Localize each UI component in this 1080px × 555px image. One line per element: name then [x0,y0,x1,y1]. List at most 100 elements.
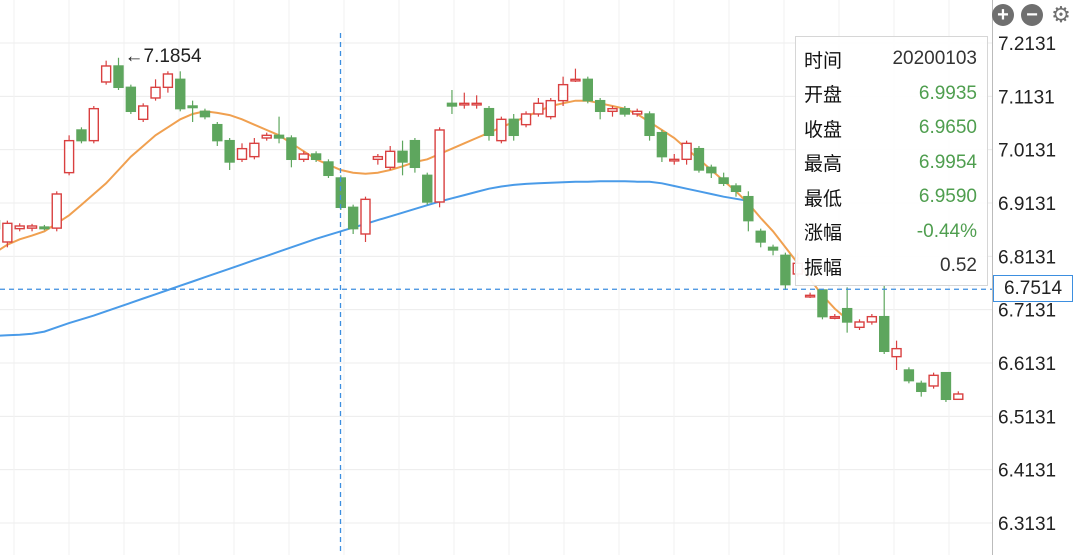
tooltip-value: 20200103 [892,48,977,70]
candle [940,371,952,402]
candle-body [928,374,939,387]
candle [162,71,174,93]
candle-body [854,321,865,329]
candle-body [397,150,408,163]
candle-body [730,185,742,193]
candle-body [422,174,433,203]
candle [706,164,717,178]
candle-body [310,153,322,161]
candle-body [866,315,878,323]
candle-body [224,139,235,163]
ma-short-line [0,99,848,321]
candle-body [533,102,544,115]
candle [224,137,235,170]
candle-body [953,393,964,401]
candle-body [175,78,186,110]
candle-body [693,147,705,171]
candle [656,129,668,162]
candle-body [829,315,840,319]
tooltip-label: 最低 [804,187,843,210]
candle [150,79,161,101]
candle-body [137,105,149,121]
tooltip-label: 最高 [804,153,843,176]
candle [347,204,359,234]
candle [903,367,915,384]
candle-body [607,107,618,113]
candle [249,137,260,160]
tooltip-value: 6.9590 [918,186,977,208]
candle [471,95,482,109]
candle [422,172,433,205]
candle [841,287,853,333]
candle-body [26,225,38,229]
candle-body [14,225,25,230]
candle [916,380,927,397]
candle-body [656,131,668,158]
candle-body [150,86,161,99]
candle-body [162,73,174,89]
tooltip-label: 涨幅 [804,222,843,245]
candle [866,313,878,325]
y-tick-label: 6.4131 [998,461,1056,482]
candle [644,111,655,141]
candle-body [545,99,556,118]
kline-chart[interactable]: ←7.1854 7.2131 7.1131 7.0131 6.9131 6.8131 6.… [0,0,1080,555]
zoom-in-icon[interactable]: + [992,4,1014,26]
candle-body [879,315,890,353]
candle [582,76,593,104]
candle-body [940,371,952,401]
candle-body [335,177,346,209]
candle-body [39,226,50,230]
candle [755,228,766,248]
candle-body [286,137,297,161]
zoom-out-icon[interactable]: − [1021,4,1043,26]
y-tick-label: 6.3131 [998,514,1056,535]
candle [409,137,421,173]
candle-body [63,139,75,174]
y-tick-label: 7.1131 [998,87,1055,108]
tooltip-value: 0.52 [940,255,977,277]
chart-toolbar: + − ⚙ [992,4,1072,26]
candle-body [434,129,445,203]
candle [718,172,729,186]
candle [26,223,38,232]
candle-body [76,129,87,142]
tooltip-row: 时间 20200103 [804,42,977,77]
tooltip-label: 时间 [804,49,843,72]
gear-icon[interactable]: ⚙ [1050,4,1072,26]
candle-body [594,99,606,113]
candle-body [891,347,902,358]
candle [780,252,791,290]
candle [879,284,890,354]
candle [63,135,75,176]
ohlc-tooltip: 时间 20200103 开盘 6.9935 收盘 6.9650 最高 6.9954 最低 6.95… [795,36,988,286]
candle-body [780,254,791,286]
crosshair-price-label: 6.7514 [993,275,1073,302]
candle-body [644,113,655,137]
tooltip-label: 开盘 [804,84,843,107]
tooltip-value: 6.9954 [918,151,977,173]
tooltip-label: 收盘 [804,118,843,141]
candle-body [767,246,779,251]
y-tick-label: 6.9131 [998,194,1056,215]
candle-body [100,65,112,83]
candle [236,143,248,162]
candle [681,140,692,165]
candle-body [187,105,198,109]
candle [570,68,581,82]
candle [891,340,902,370]
candle-body [199,110,211,118]
y-tick-label: 7.2131 [998,34,1056,55]
candle-body [51,193,62,229]
y-tick-label: 6.6131 [998,354,1056,375]
candle-body [2,222,13,243]
candle-body [347,206,359,230]
y-tick-label: 6.5131 [998,407,1056,428]
candle-body [841,307,853,323]
candle [187,100,198,122]
candle [261,132,272,141]
candle-body [632,110,643,115]
candle [508,113,519,141]
candle [743,191,754,232]
candle [76,127,87,144]
